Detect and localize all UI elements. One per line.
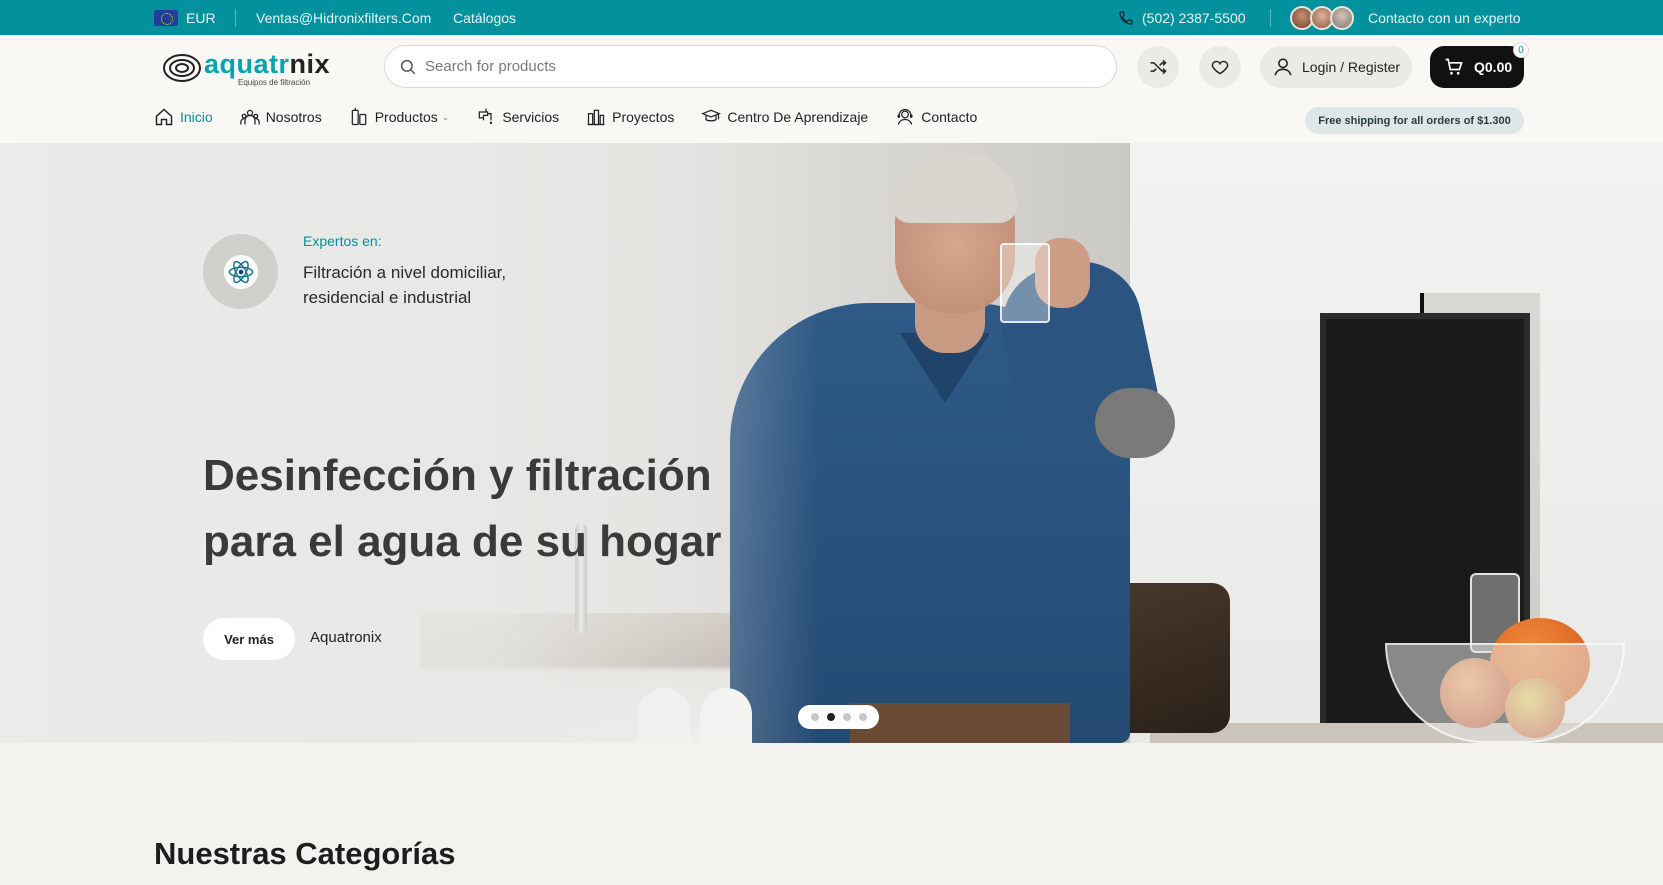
plant-icon <box>587 109 605 126</box>
hero-image-hair <box>892 153 1017 223</box>
logo-text-aqua: aquatr <box>204 49 290 79</box>
nav-label: Servicios <box>502 109 560 125</box>
slider-pagination <box>798 705 879 729</box>
nav-label: Inicio <box>180 109 213 125</box>
hero-slider: Expertos en: Filtración a nivel domicili… <box>0 143 1663 743</box>
currency-label: EUR <box>186 9 216 26</box>
nav-item-proyectos[interactable]: Proyectos <box>586 102 674 132</box>
hero-title: Desinfección y filtración para el agua d… <box>203 451 722 566</box>
phone-icon <box>1119 10 1133 25</box>
aquatronix-link[interactable]: Aquatronix <box>310 629 382 646</box>
cart-count-badge: 0 <box>1513 42 1529 58</box>
search-bar[interactable] <box>384 45 1117 88</box>
header: aquatrnix Equipos de filtración Login / … <box>0 35 1663 143</box>
nav-item-nosotros[interactable]: Nosotros <box>239 102 322 132</box>
heart-icon <box>1211 60 1229 75</box>
divider <box>235 9 236 27</box>
chevron-down-icon: ⌄ <box>441 111 450 122</box>
search-icon <box>400 59 416 75</box>
expert-avatars <box>1290 5 1354 30</box>
nav-label: Centro De Aprendizaje <box>727 109 869 125</box>
categories-heading: Nuestras Categorías <box>154 836 456 871</box>
currency-selector[interactable]: EUR <box>154 0 216 35</box>
hero-image-elbow-patch <box>1095 388 1175 458</box>
expert-label: Contacto con un experto <box>1368 9 1521 26</box>
catalogs-label: Catálogos <box>453 9 517 26</box>
support-icon <box>897 108 913 125</box>
atom-icon <box>228 260 253 283</box>
nav-label: Productos <box>374 109 438 125</box>
expert-description: Filtración a nivel domiciliar, residenci… <box>303 263 507 307</box>
nav-item-centro-de-aprendizaje[interactable]: Centro De Aprendizaje <box>701 102 868 132</box>
expert-badge <box>203 234 278 309</box>
email-link[interactable]: Ventas@Hidronixfilters.Com <box>256 0 431 35</box>
hero-image-glass <box>1000 243 1050 323</box>
avatar <box>1330 5 1354 30</box>
login-register-button[interactable]: Login / Register <box>1260 46 1412 88</box>
nav-label: Nosotros <box>265 109 322 125</box>
expert-label: Expertos en: <box>303 233 382 249</box>
slider-dot[interactable] <box>858 713 867 721</box>
cart-icon <box>1445 58 1463 75</box>
slider-dot[interactable] <box>810 713 819 721</box>
email-label: Ventas@Hidronixfilters.Com <box>256 9 432 26</box>
logo-tagline: Equipos de filtración <box>238 78 311 87</box>
phone-link[interactable]: (502) 2387-5500 <box>1118 0 1246 35</box>
top-bar: EUR Ventas@Hidronixfilters.Com Catálogos… <box>0 0 1663 35</box>
eu-flag-icon <box>154 9 178 26</box>
nav-item-productos[interactable]: Productos ⌄ <box>349 102 450 132</box>
nav-item-contacto[interactable]: Contacto <box>895 102 977 132</box>
hero-image-counter-right <box>1150 723 1663 743</box>
compare-button[interactable] <box>1137 46 1179 88</box>
logo-swirl-icon <box>163 54 201 82</box>
home-icon <box>155 108 173 126</box>
catalogs-link[interactable]: Catálogos <box>453 0 516 35</box>
nav-item-inicio[interactable]: Inicio <box>154 102 213 132</box>
cart-total: Q0.00 <box>1474 59 1513 75</box>
slider-dot-active[interactable] <box>826 713 835 721</box>
ver-mas-button[interactable]: Ver más <box>203 618 295 660</box>
logo-text-nix: nix <box>289 49 331 79</box>
atom-icon-wrapper <box>223 254 258 289</box>
wishlist-button[interactable] <box>1199 46 1241 88</box>
shuffle-icon <box>1150 59 1167 75</box>
hero-image-pants <box>850 703 1070 743</box>
user-icon <box>1274 58 1292 76</box>
logo[interactable]: aquatrnix Equipos de filtración <box>160 45 360 91</box>
phone-label: (502) 2387-5500 <box>1142 9 1246 26</box>
logo-wordmark: aquatrnix <box>204 49 330 80</box>
tap-icon <box>479 108 493 124</box>
nav-label: Proyectos <box>612 109 675 125</box>
expert-contact-link[interactable]: Contacto con un experto <box>1290 0 1521 35</box>
free-shipping-badge: Free shipping for all orders of $1.300 <box>1305 107 1524 134</box>
nav-item-servicios[interactable]: Servicios <box>476 102 559 132</box>
team-icon <box>239 109 260 125</box>
cart-button[interactable]: Q0.00 <box>1430 46 1524 88</box>
divider <box>1270 9 1271 27</box>
login-label: Login / Register <box>1302 59 1401 75</box>
slider-dot[interactable] <box>842 713 851 721</box>
search-input[interactable] <box>425 58 1025 75</box>
graduation-icon <box>701 109 722 122</box>
filter-icon <box>351 107 367 126</box>
main-nav: Inicio Nosotros Productos ⌄ Servicios Pr… <box>154 102 1004 132</box>
nav-label: Contacto <box>921 109 978 125</box>
